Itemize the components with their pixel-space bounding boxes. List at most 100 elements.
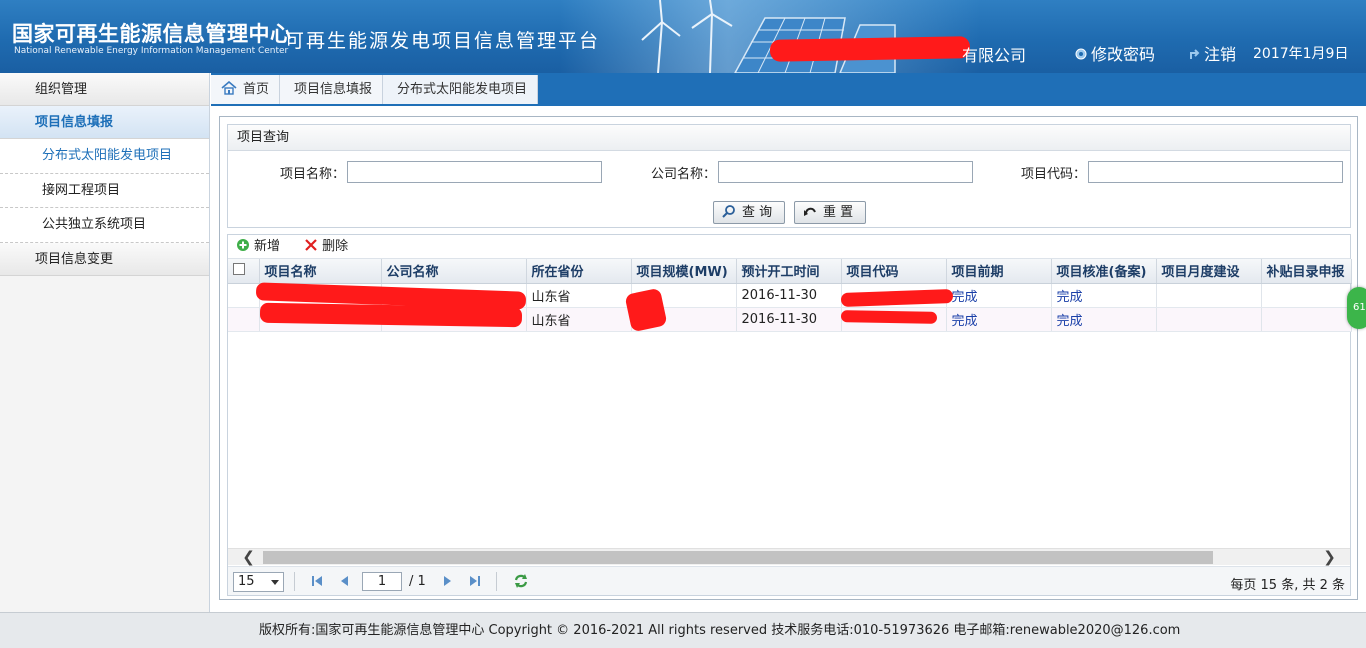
redacted-company-name [769, 36, 971, 62]
reset-button[interactable]: 重 置 [794, 201, 867, 224]
row-select-cell[interactable] [228, 307, 260, 332]
refresh-icon[interactable] [513, 573, 529, 589]
province-cell: 山东省 [526, 307, 632, 332]
column-header[interactable]: 项目名称 [259, 259, 382, 284]
page-footer: 版权所有:国家可再生能源信息管理中心 Copyright © 2016-2021… [0, 612, 1366, 648]
project-name-label: 项目名称： [280, 167, 346, 182]
first-page-icon[interactable] [309, 573, 325, 589]
pre-stage-status-link[interactable]: 完成 [946, 283, 1052, 308]
column-header[interactable]: 补贴目录申报 [1261, 259, 1352, 284]
logout-icon [1190, 49, 1200, 59]
select-all-checkbox[interactable] [233, 263, 245, 276]
column-header[interactable]: 项目核准(备案) [1051, 259, 1157, 284]
app-header: 国家可再生能源信息管理中心 National Renewable Energy … [0, 0, 1366, 73]
breadcrumb-home-label: 首页 [243, 82, 270, 97]
row-select-cell[interactable] [228, 283, 260, 308]
logout-link[interactable]: 注销 [1187, 41, 1236, 65]
redaction-mark [624, 287, 668, 333]
floating-side-badge[interactable]: 61 [1347, 287, 1366, 329]
sidebar: 组织管理 项目信息填报 分布式太阳能发电项目 接网工程项目 公共独立系统项目 项… [0, 73, 210, 613]
approval-status-link[interactable]: 完成 [1051, 283, 1157, 308]
breadcrumb-distributed-solar: 分布式太阳能发电项目 [383, 75, 539, 104]
redaction-mark [840, 310, 938, 324]
breadcrumb-home[interactable]: 首页 [211, 75, 281, 104]
company-name-suffix: 有限公司 [962, 46, 1027, 65]
company-name-input[interactable] [718, 161, 973, 183]
column-header[interactable]: 项目月度建设 [1156, 259, 1262, 284]
logout-label: 注销 [1204, 45, 1237, 64]
breadcrumb: 首页 项目信息填报 分布式太阳能发电项目 [211, 75, 539, 104]
chevron-down-icon [271, 580, 279, 585]
home-icon [221, 81, 237, 95]
gear-icon [1075, 48, 1087, 60]
sidebar-group-project-info-entry[interactable]: 项目信息填报 [0, 106, 209, 139]
column-header[interactable]: 公司名称 [381, 259, 527, 284]
current-date: 2017年1月9日 [1253, 46, 1349, 62]
change-password-label: 修改密码 [1091, 45, 1156, 64]
scroll-right-icon[interactable]: ❯ [1321, 549, 1338, 566]
subsidy-application-cell[interactable] [1261, 283, 1352, 308]
horizontal-scrollbar[interactable]: ❮ ❯ [228, 548, 1350, 565]
company-name-label: 公司名称： [651, 167, 717, 182]
table-header-row: 项目名称 公司名称 所在省份 项目规模(MW) 预计开工时间 项目代码 项目前期… [228, 259, 1352, 284]
org-logo-en: National Renewable Energy Information Ma… [14, 46, 289, 56]
column-header[interactable]: 预计开工时间 [736, 259, 842, 284]
sidebar-item-grid-connection[interactable]: 接网工程项目 [0, 173, 209, 208]
sidebar-item-public-standalone[interactable]: 公共独立系统项目 [0, 208, 209, 243]
project-name-input[interactable] [347, 161, 602, 183]
project-code-label: 项目代码： [1021, 167, 1087, 182]
scrollbar-thumb[interactable] [263, 551, 1213, 564]
column-header[interactable]: 项目代码 [841, 259, 947, 284]
pagination-bar: 15 1 / 1 每页 15 条, 共 2 条 [228, 566, 1350, 595]
add-circle-icon [237, 239, 249, 251]
sidebar-group-org-management[interactable]: 组织管理 [0, 73, 209, 106]
add-button-label: 新增 [254, 239, 281, 254]
pagination-summary: 每页 15 条, 共 2 条 [1230, 578, 1345, 593]
undo-icon [804, 207, 816, 216]
reset-button-label: 重 置 [823, 205, 854, 220]
subsidy-application-cell[interactable] [1261, 307, 1352, 332]
approval-status-link[interactable]: 完成 [1051, 307, 1157, 332]
main-panel: 项目查询 项目名称： 公司名称： 项目代码： 查 询 重 置 新增 删除 项目名… [219, 116, 1358, 600]
monthly-construction-cell[interactable] [1156, 283, 1262, 308]
column-header[interactable]: 项目前期 [946, 259, 1052, 284]
grid-toolbar: 新增 删除 [228, 235, 1350, 259]
column-header[interactable]: 项目规模(MW) [631, 259, 737, 284]
breadcrumb-bar: 首页 项目信息填报 分布式太阳能发电项目 [211, 73, 1366, 106]
page-size-select[interactable]: 15 [233, 572, 284, 592]
total-pages: / 1 [409, 574, 426, 589]
next-page-icon[interactable] [439, 573, 455, 589]
org-logo-cn: 国家可再生能源信息管理中心 [12, 22, 292, 46]
pager-divider [294, 572, 295, 591]
search-button-label: 查 询 [742, 205, 773, 220]
pager-divider [496, 572, 497, 591]
monthly-construction-cell[interactable] [1156, 307, 1262, 332]
select-all-header[interactable] [228, 259, 260, 284]
query-panel: 项目查询 项目名称： 公司名称： 项目代码： 查 询 重 置 [227, 124, 1351, 228]
pre-stage-status-link[interactable]: 完成 [946, 307, 1052, 332]
project-code-input[interactable] [1088, 161, 1343, 183]
delete-button[interactable]: 删除 [304, 235, 348, 259]
search-icon [722, 205, 735, 218]
add-button[interactable]: 新增 [236, 235, 280, 259]
start-date-cell: 2016-11-30 [736, 283, 842, 308]
delete-button-label: 删除 [322, 239, 349, 254]
query-panel-title: 项目查询 [228, 125, 1350, 151]
start-date-cell: 2016-11-30 [736, 307, 842, 332]
results-grid-panel: 新增 删除 项目名称 公司名称 所在省份 项目规模(MW) 预计开工时间 项目代… [227, 234, 1352, 596]
solar-wind-banner-image [641, 0, 896, 73]
current-page-input[interactable]: 1 [362, 572, 402, 591]
previous-page-icon[interactable] [337, 573, 353, 589]
column-header[interactable]: 所在省份 [526, 259, 632, 284]
sidebar-item-distributed-solar[interactable]: 分布式太阳能发电项目 [0, 139, 209, 174]
scroll-left-icon[interactable]: ❮ [240, 549, 257, 566]
page-size-value: 15 [238, 574, 255, 589]
delete-x-icon [305, 239, 317, 251]
change-password-link[interactable]: 修改密码 [1074, 41, 1155, 65]
search-button[interactable]: 查 询 [713, 201, 786, 224]
breadcrumb-project-info-entry[interactable]: 项目信息填报 [280, 75, 384, 104]
sidebar-group-project-info-change[interactable]: 项目信息变更 [0, 242, 209, 276]
province-cell: 山东省 [526, 283, 632, 308]
platform-title: 可再生能源发电项目信息管理平台 [285, 30, 601, 52]
last-page-icon[interactable] [467, 573, 483, 589]
